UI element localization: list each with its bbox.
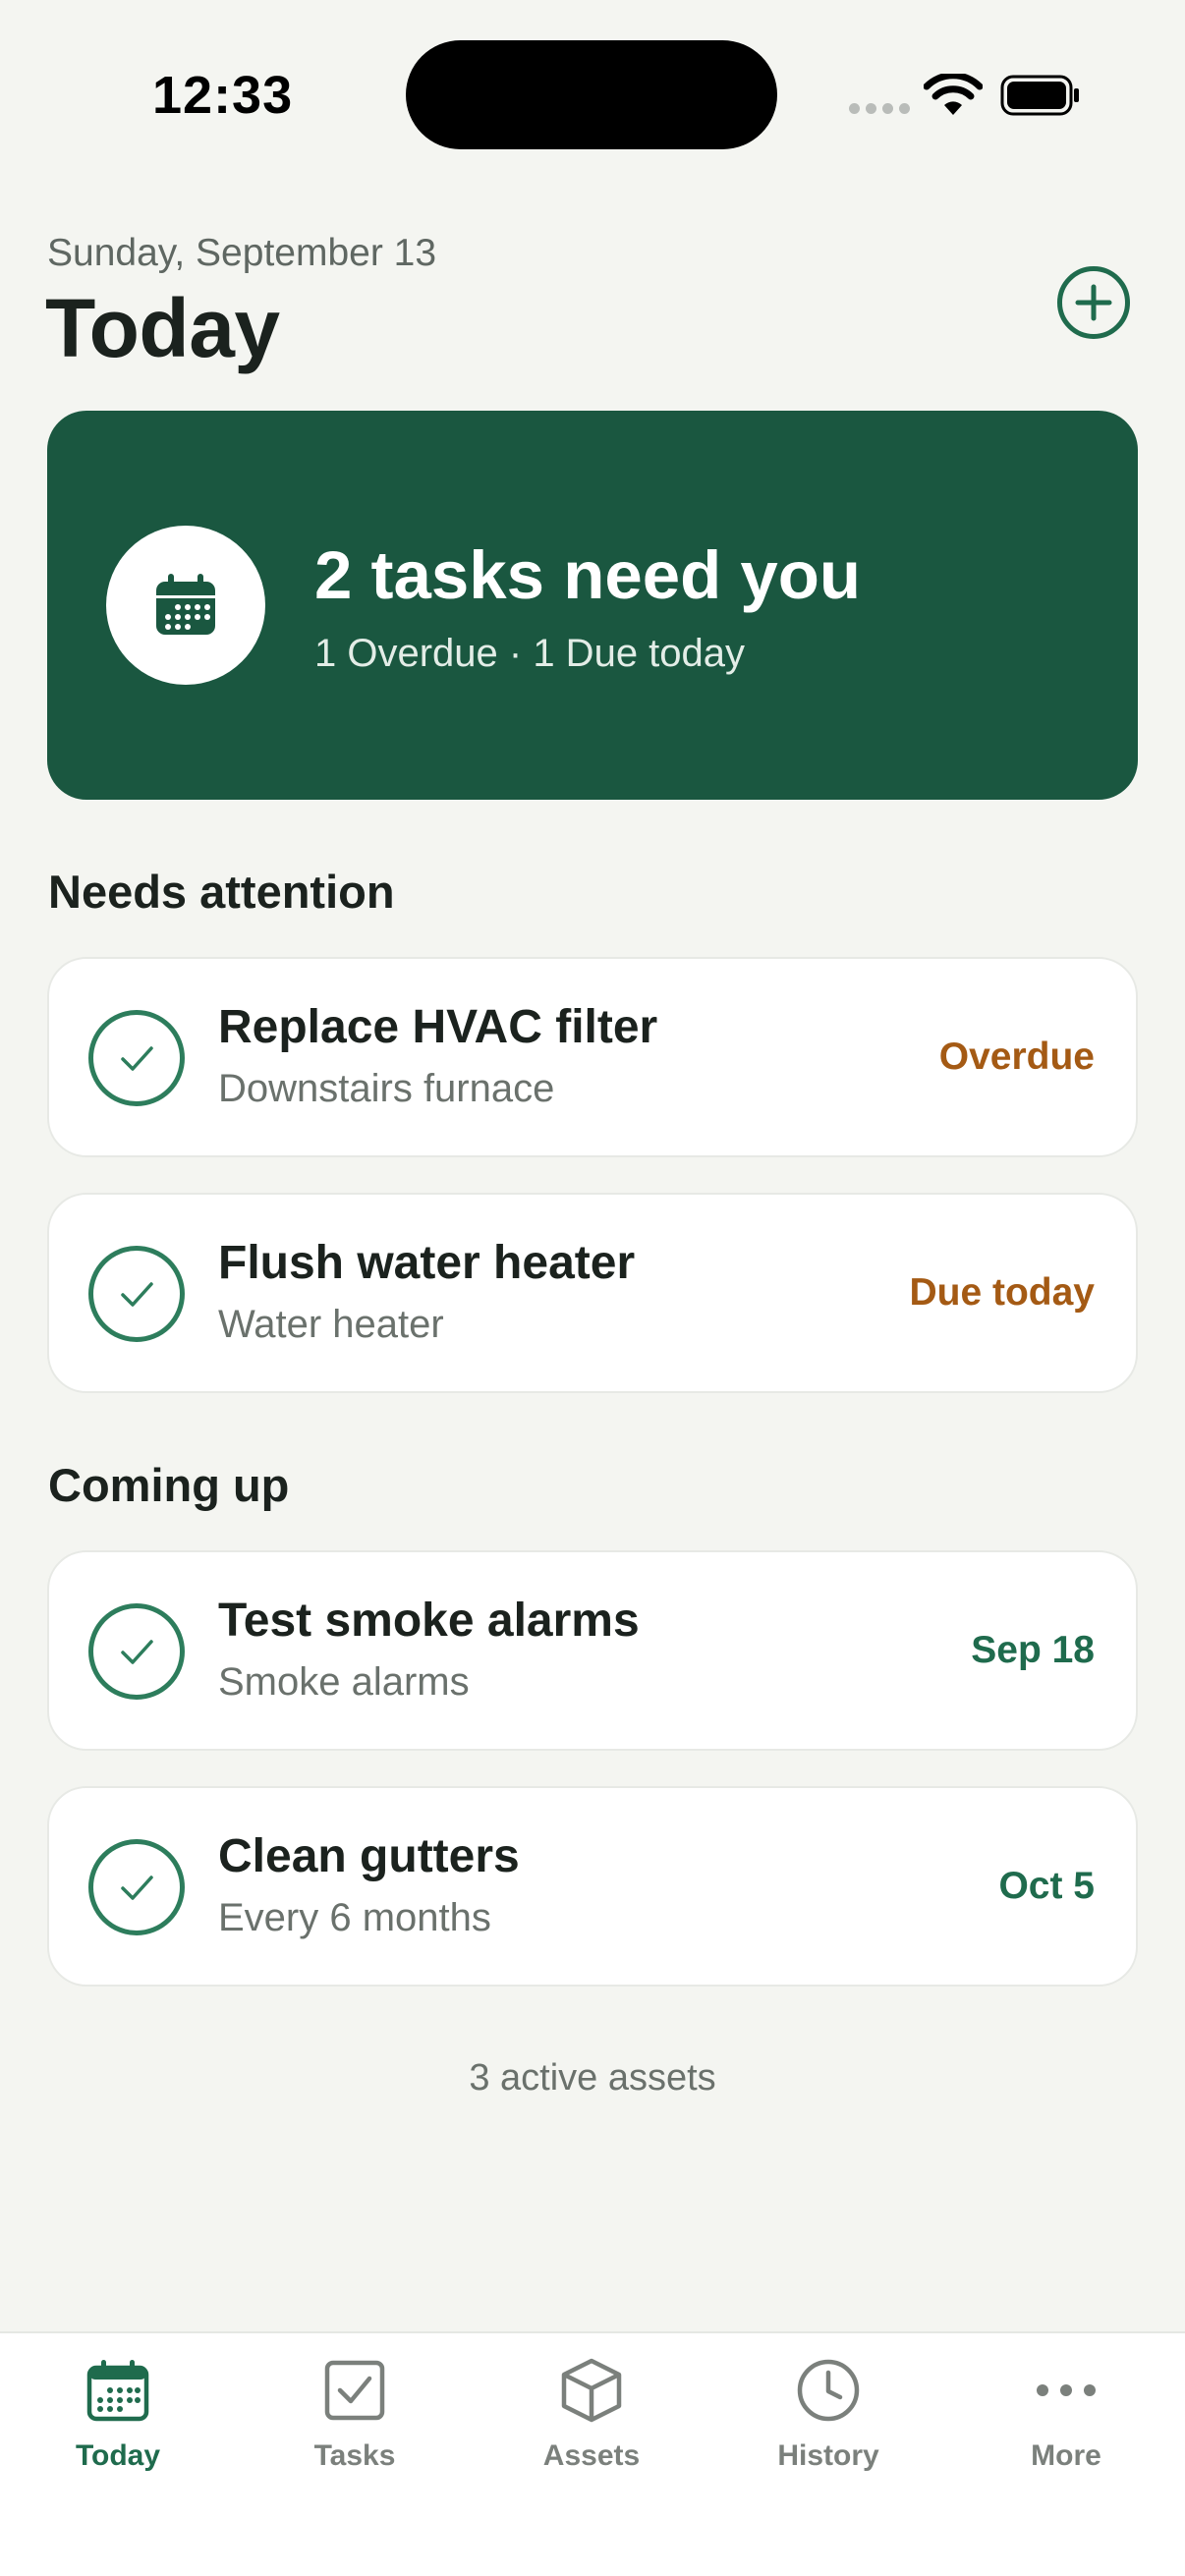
page-title: Today [45,282,280,374]
summary-icon [106,526,265,685]
tab-label: Assets [542,2439,641,2472]
dynamic-island [406,40,777,149]
tab-label: More [1031,2439,1101,2472]
complete-task-button[interactable] [88,1839,185,1935]
section-heading-needs-attention: Needs attention [48,866,395,918]
more-dots-icon [1037,2384,1096,2396]
section-heading-coming-up: Coming up [48,1459,290,1511]
tab-today[interactable]: Today [20,2355,216,2502]
checkmark-icon [121,1046,153,1071]
checkmark-icon [121,1640,153,1664]
tab-history[interactable]: History [730,2355,927,2502]
task-status-badge: Overdue [938,1036,1095,1078]
task-card[interactable]: Clean gutters Every 6 months Oct 5 [47,1786,1138,1987]
date-label: Sunday, September 13 [47,232,437,274]
checkbox-icon [324,2360,385,2421]
task-title: Clean gutters [218,1830,520,1882]
status-time: 12:33 [152,66,294,125]
calendar-icon [156,574,215,635]
task-card[interactable]: Test smoke alarms Smoke alarms Sep 18 [47,1550,1138,1751]
task-due-date: Sep 18 [971,1629,1095,1671]
checkmark-icon [121,1876,153,1900]
summary-subtitle: 1 Overdue · 1 Due today [314,632,746,675]
wifi-icon [924,74,983,115]
complete-task-button[interactable] [88,1010,185,1106]
task-title: Replace HVAC filter [218,1001,658,1053]
tab-assets[interactable]: Assets [493,2355,690,2502]
active-assets-count: 3 active assets [469,2057,716,2099]
tab-more[interactable]: More [968,2355,1164,2502]
tab-label: Tasks [313,2439,396,2472]
complete-task-button[interactable] [88,1246,185,1342]
calendar-icon [86,2360,149,2422]
task-subtitle: Downstairs furnace [218,1067,555,1110]
plus-icon [1075,284,1112,321]
checkmark-icon [121,1282,153,1307]
summary-card[interactable]: 2 tasks need you 1 Overdue · 1 Due today [47,411,1138,800]
add-task-button[interactable] [1057,266,1130,339]
task-title: Flush water heater [218,1237,636,1289]
task-status-badge: Due today [909,1271,1095,1314]
clock-icon [797,2359,860,2422]
box-icon [561,2358,622,2423]
tab-label: History [777,2439,879,2472]
tab-label: Today [75,2439,161,2472]
tab-tasks[interactable]: Tasks [256,2355,453,2502]
complete-task-button[interactable] [88,1603,185,1700]
task-card[interactable]: Flush water heater Water heater Due toda… [47,1193,1138,1393]
task-subtitle: Every 6 months [218,1896,491,1939]
cellular-signal-icon [849,103,910,114]
status-bar: 12:33 [0,0,1185,196]
task-title: Test smoke alarms [218,1595,640,1647]
task-subtitle: Water heater [218,1303,444,1346]
summary-title: 2 tasks need you [314,537,862,613]
task-card[interactable]: Replace HVAC filter Downstairs furnace O… [47,957,1138,1157]
task-subtitle: Smoke alarms [218,1660,470,1704]
task-due-date: Oct 5 [998,1865,1095,1907]
tab-bar: Today Tasks Assets History More [0,2331,1185,2576]
battery-icon [1000,75,1079,116]
